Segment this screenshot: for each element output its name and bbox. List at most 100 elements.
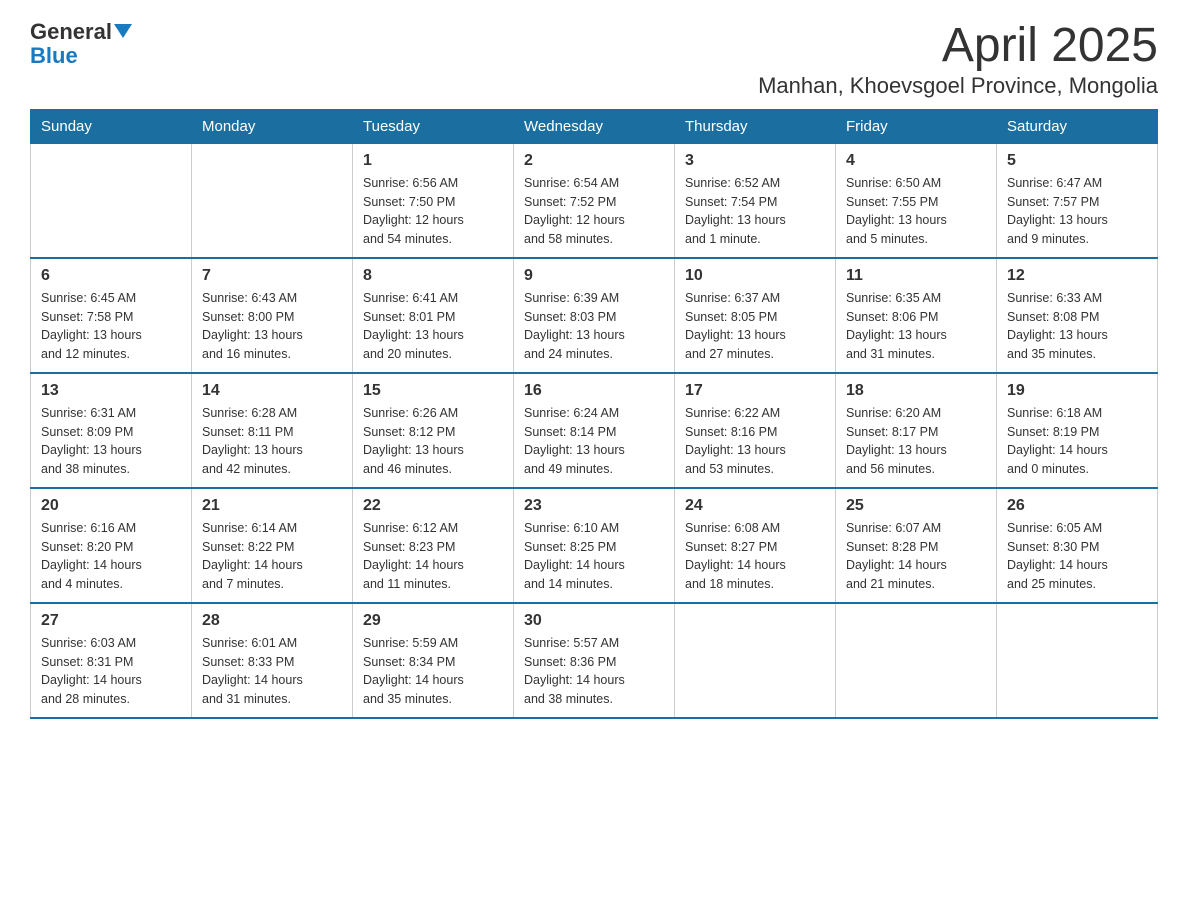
day-number: 26 <box>1007 497 1147 515</box>
calendar-cell <box>31 143 192 258</box>
calendar-cell: 4Sunrise: 6:50 AM Sunset: 7:55 PM Daylig… <box>836 143 997 258</box>
day-info: Sunrise: 6:18 AM Sunset: 8:19 PM Dayligh… <box>1007 404 1147 479</box>
day-number: 12 <box>1007 267 1147 285</box>
calendar-cell: 27 Sunrise: 6:03 AM Sunset: 8:31 PM Dayli… <box>31 603 192 718</box>
day-info: Sunrise: 6:20 AM Sunset: 8:17 PM Dayligh… <box>846 404 986 479</box>
title-section: April 2025 Manhan, Khoevsgoel Province, … <box>758 20 1158 99</box>
day-number: 30 <box>524 612 664 630</box>
day-number: 15 <box>363 382 503 400</box>
day-info: Sunrise: 6:33 AM Sunset: 8:08 PM Dayligh… <box>1007 289 1147 364</box>
calendar-cell: 9 Sunrise: 6:39 AM Sunset: 8:03 PM Daylig… <box>514 258 675 373</box>
day-info: Sunrise: 6:03 AM Sunset: 8:31 PM Dayligh… <box>41 634 181 709</box>
logo-arrow-icon <box>114 24 132 42</box>
calendar-cell: 3 Sunrise: 6:52 AM Sunset: 7:54 PM Daylig… <box>675 143 836 258</box>
day-number: 6 <box>41 267 181 285</box>
day-number: 24 <box>685 497 825 515</box>
weekday-row: SundayMondayTuesdayWednesdayThursdayFrid… <box>31 109 1158 143</box>
day-number: 8 <box>363 267 503 285</box>
calendar-cell: 22Sunrise: 6:12 AM Sunset: 8:23 PM Dayli… <box>353 488 514 603</box>
calendar-cell <box>192 143 353 258</box>
day-info: Sunrise: 6:45 AM Sunset: 7:58 PM Dayligh… <box>41 289 181 364</box>
calendar-body: 1Sunrise: 6:56 AM Sunset: 7:50 PM Daylig… <box>31 143 1158 718</box>
day-info: Sunrise: 6:24 AM Sunset: 8:14 PM Dayligh… <box>524 404 664 479</box>
day-number: 9 <box>524 267 664 285</box>
day-number: 20 <box>41 497 181 515</box>
calendar-cell: 16 Sunrise: 6:24 AM Sunset: 8:14 PM Dayli… <box>514 373 675 488</box>
day-info: Sunrise: 6:50 AM Sunset: 7:55 PM Dayligh… <box>846 174 986 249</box>
day-number: 29 <box>363 612 503 630</box>
calendar-cell: 30 Sunrise: 5:57 AM Sunset: 8:36 PM Dayli… <box>514 603 675 718</box>
calendar-table: SundayMondayTuesdayWednesdayThursdayFrid… <box>30 109 1158 719</box>
calendar-cell: 20Sunrise: 6:16 AM Sunset: 8:20 PM Dayli… <box>31 488 192 603</box>
day-info: Sunrise: 6:08 AM Sunset: 8:27 PM Dayligh… <box>685 519 825 594</box>
calendar-cell: 2Sunrise: 6:54 AM Sunset: 7:52 PM Daylig… <box>514 143 675 258</box>
day-info: Sunrise: 6:43 AM Sunset: 8:00 PM Dayligh… <box>202 289 342 364</box>
calendar-cell: 18 Sunrise: 6:20 AM Sunset: 8:17 PM Dayli… <box>836 373 997 488</box>
day-number: 27 <box>41 612 181 630</box>
day-info: Sunrise: 6:05 AM Sunset: 8:30 PM Dayligh… <box>1007 519 1147 594</box>
day-number: 13 <box>41 382 181 400</box>
week-row-3: 13 Sunrise: 6:31 AM Sunset: 8:09 PM Dayli… <box>31 373 1158 488</box>
week-row-2: 6 Sunrise: 6:45 AM Sunset: 7:58 PM Daylig… <box>31 258 1158 373</box>
week-row-1: 1Sunrise: 6:56 AM Sunset: 7:50 PM Daylig… <box>31 143 1158 258</box>
day-info: Sunrise: 6:39 AM Sunset: 8:03 PM Dayligh… <box>524 289 664 364</box>
day-number: 19 <box>1007 382 1147 400</box>
weekday-header-wednesday: Wednesday <box>514 109 675 143</box>
week-row-5: 27 Sunrise: 6:03 AM Sunset: 8:31 PM Dayli… <box>31 603 1158 718</box>
day-number: 16 <box>524 382 664 400</box>
weekday-header-friday: Friday <box>836 109 997 143</box>
day-number: 5 <box>1007 152 1147 170</box>
day-number: 21 <box>202 497 342 515</box>
day-number: 22 <box>363 497 503 515</box>
calendar-cell: 7 Sunrise: 6:43 AM Sunset: 8:00 PM Daylig… <box>192 258 353 373</box>
calendar-cell: 29Sunrise: 5:59 AM Sunset: 8:34 PM Dayli… <box>353 603 514 718</box>
day-number: 17 <box>685 382 825 400</box>
day-info: Sunrise: 6:28 AM Sunset: 8:11 PM Dayligh… <box>202 404 342 479</box>
logo-text-blue: Blue <box>30 44 78 68</box>
weekday-header-sunday: Sunday <box>31 109 192 143</box>
day-info: Sunrise: 6:52 AM Sunset: 7:54 PM Dayligh… <box>685 174 825 249</box>
day-number: 10 <box>685 267 825 285</box>
calendar-cell <box>836 603 997 718</box>
weekday-header-saturday: Saturday <box>997 109 1158 143</box>
day-number: 18 <box>846 382 986 400</box>
day-info: Sunrise: 6:22 AM Sunset: 8:16 PM Dayligh… <box>685 404 825 479</box>
calendar-cell: 17 Sunrise: 6:22 AM Sunset: 8:16 PM Dayli… <box>675 373 836 488</box>
weekday-header-monday: Monday <box>192 109 353 143</box>
day-info: Sunrise: 5:57 AM Sunset: 8:36 PM Dayligh… <box>524 634 664 709</box>
calendar-cell: 26 Sunrise: 6:05 AM Sunset: 8:30 PM Dayli… <box>997 488 1158 603</box>
day-info: Sunrise: 6:54 AM Sunset: 7:52 PM Dayligh… <box>524 174 664 249</box>
day-number: 3 <box>685 152 825 170</box>
calendar-cell: 25Sunrise: 6:07 AM Sunset: 8:28 PM Dayli… <box>836 488 997 603</box>
day-number: 23 <box>524 497 664 515</box>
day-number: 1 <box>363 152 503 170</box>
day-info: Sunrise: 6:31 AM Sunset: 8:09 PM Dayligh… <box>41 404 181 479</box>
day-info: Sunrise: 6:35 AM Sunset: 8:06 PM Dayligh… <box>846 289 986 364</box>
week-row-4: 20Sunrise: 6:16 AM Sunset: 8:20 PM Dayli… <box>31 488 1158 603</box>
calendar-cell: 6 Sunrise: 6:45 AM Sunset: 7:58 PM Daylig… <box>31 258 192 373</box>
calendar-cell <box>997 603 1158 718</box>
day-info: Sunrise: 6:01 AM Sunset: 8:33 PM Dayligh… <box>202 634 342 709</box>
calendar-cell: 1Sunrise: 6:56 AM Sunset: 7:50 PM Daylig… <box>353 143 514 258</box>
logo: General Blue <box>30 20 132 68</box>
calendar-cell: 10Sunrise: 6:37 AM Sunset: 8:05 PM Dayli… <box>675 258 836 373</box>
calendar-cell: 23Sunrise: 6:10 AM Sunset: 8:25 PM Dayli… <box>514 488 675 603</box>
calendar-cell: 28 Sunrise: 6:01 AM Sunset: 8:33 PM Dayli… <box>192 603 353 718</box>
day-number: 7 <box>202 267 342 285</box>
calendar-cell: 21 Sunrise: 6:14 AM Sunset: 8:22 PM Dayli… <box>192 488 353 603</box>
day-info: Sunrise: 6:41 AM Sunset: 8:01 PM Dayligh… <box>363 289 503 364</box>
day-info: Sunrise: 6:14 AM Sunset: 8:22 PM Dayligh… <box>202 519 342 594</box>
day-number: 11 <box>846 267 986 285</box>
page-header: General Blue April 2025 Manhan, Khoevsgo… <box>30 20 1158 99</box>
calendar-header: SundayMondayTuesdayWednesdayThursdayFrid… <box>31 109 1158 143</box>
calendar-cell: 13 Sunrise: 6:31 AM Sunset: 8:09 PM Dayli… <box>31 373 192 488</box>
calendar-cell: 19 Sunrise: 6:18 AM Sunset: 8:19 PM Dayli… <box>997 373 1158 488</box>
logo-text-general: General <box>30 20 112 44</box>
day-info: Sunrise: 6:07 AM Sunset: 8:28 PM Dayligh… <box>846 519 986 594</box>
day-info: Sunrise: 6:47 AM Sunset: 7:57 PM Dayligh… <box>1007 174 1147 249</box>
day-number: 14 <box>202 382 342 400</box>
day-number: 28 <box>202 612 342 630</box>
calendar-cell: 15Sunrise: 6:26 AM Sunset: 8:12 PM Dayli… <box>353 373 514 488</box>
page-subtitle: Manhan, Khoevsgoel Province, Mongolia <box>758 73 1158 99</box>
weekday-header-tuesday: Tuesday <box>353 109 514 143</box>
